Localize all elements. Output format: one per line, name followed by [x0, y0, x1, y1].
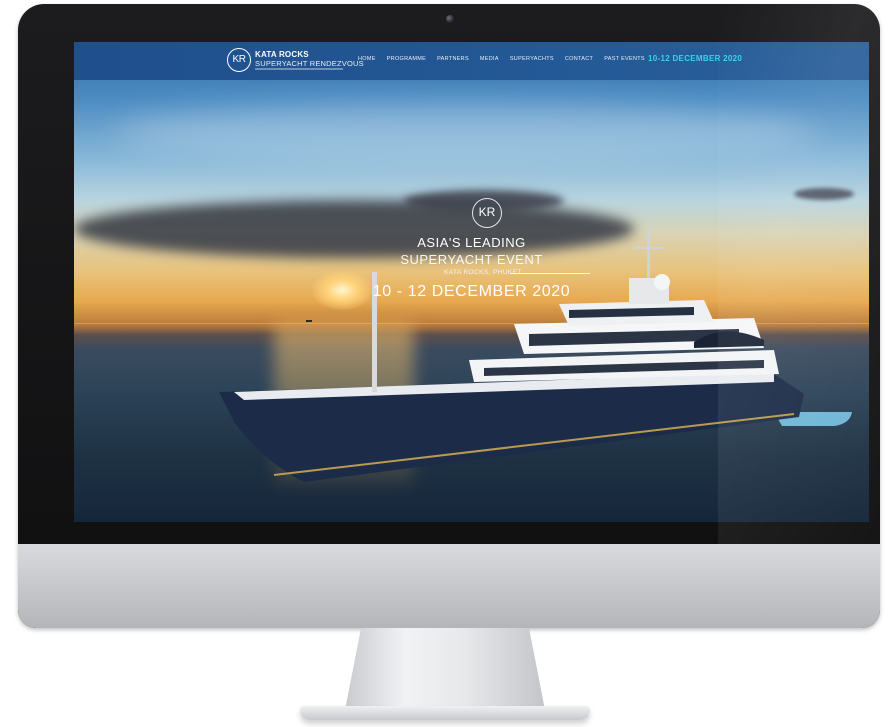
site-header: KR KATA ROCKS SUPERYACHT RENDEZVOUS HOME…	[74, 42, 869, 80]
nav-item-partners[interactable]: PARTNERS	[437, 56, 469, 62]
distant-boat	[306, 320, 312, 322]
hero-logo-icon: KR	[472, 198, 502, 228]
nav-item-programme[interactable]: PROGRAMME	[387, 56, 426, 62]
superyacht-image	[219, 228, 852, 482]
logo-subtitle[interactable]: SUPERYACHT RENDEZVOUS	[255, 59, 364, 68]
hero-title-line2: SUPERYACHT EVENT	[400, 252, 543, 267]
nav-event-date[interactable]: 10-12 DECEMBER 2020	[648, 54, 742, 63]
hero-title-line1: ASIA'S LEADING	[417, 235, 526, 250]
webcam-icon	[446, 15, 454, 23]
hero-location-rule	[510, 273, 590, 274]
monitor-chin	[18, 544, 880, 628]
monitor-stand	[345, 628, 545, 710]
logo-monogram-icon[interactable]: KR	[227, 48, 251, 72]
logo-underline	[255, 68, 343, 70]
nav-item-superyachts[interactable]: SUPERYACHTS	[510, 56, 554, 62]
main-nav: HOME PROGRAMME PARTNERS MEDIA SUPERYACHT…	[358, 56, 645, 62]
website-screen: KR KATA ROCKS SUPERYACHT RENDEZVOUS HOME…	[74, 42, 869, 522]
nav-item-past-events[interactable]: PAST EVENTS	[604, 56, 645, 62]
nav-item-contact[interactable]: CONTACT	[565, 56, 593, 62]
nav-item-home[interactable]: HOME	[358, 56, 376, 62]
logo-title[interactable]: KATA ROCKS	[255, 50, 309, 59]
monitor-stand-base	[300, 706, 590, 720]
imac-monitor: KR KATA ROCKS SUPERYACHT RENDEZVOUS HOME…	[18, 4, 880, 628]
nav-item-media[interactable]: MEDIA	[480, 56, 499, 62]
hero-event-date: 10 - 12 DECEMBER 2020	[372, 283, 571, 300]
